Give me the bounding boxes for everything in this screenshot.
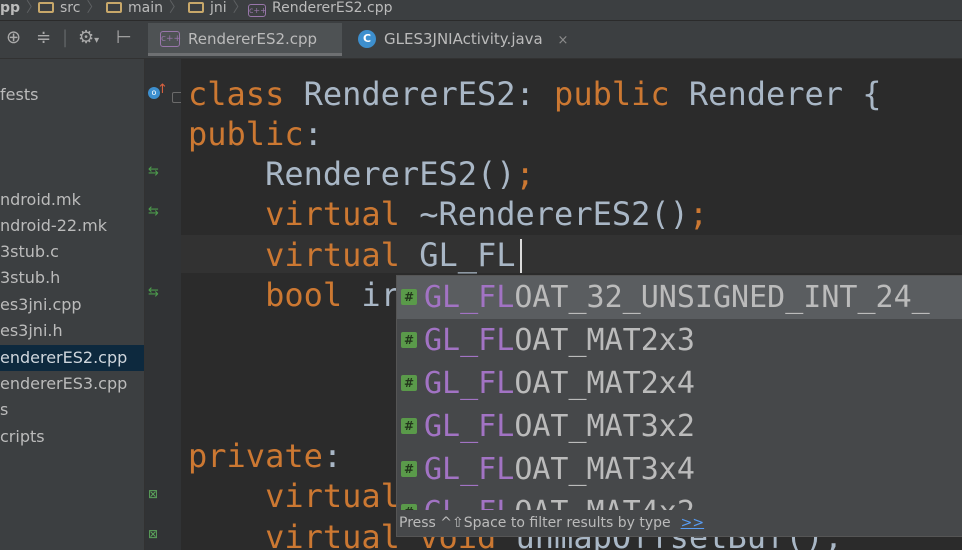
java-class-icon: C: [358, 30, 376, 48]
tree-item[interactable]: 3stub.h: [0, 265, 144, 291]
completion-item[interactable]: # GL_FLOAT_MAT3x2: [397, 405, 962, 448]
implementation-marker-icon[interactable]: ⊠: [148, 487, 158, 501]
tree-item[interactable]: s: [0, 397, 144, 423]
target-icon[interactable]: ⊕: [6, 27, 21, 49]
swap-arrows-icon[interactable]: ⇆: [148, 285, 159, 300]
folder-icon: [188, 2, 204, 13]
breadcrumb-item-project[interactable]: pp 〉: [0, 0, 40, 20]
constant-icon: #: [401, 375, 417, 391]
cpp-file-icon: c++: [160, 31, 181, 47]
breadcrumb-item-main[interactable]: main 〉: [106, 0, 183, 20]
completion-item-selected[interactable]: # GL_FLOAT_32_UNSIGNED_INT_24_: [397, 276, 962, 319]
collapse-icon[interactable]: ≑: [36, 27, 51, 49]
implemented-up-arrow-icon: ↑: [157, 82, 168, 97]
code-line-7: private:: [188, 437, 343, 475]
code-line-6: bool ir: [265, 276, 400, 314]
completion-item[interactable]: # GL_FLOAT_MAT2x3: [397, 319, 962, 362]
editor-tab-bar: ⊕ ≑ | ⚙▾ ⊢ c++ RendererES2.cpp × C GLES3…: [0, 21, 962, 81]
code-line-3: RendererES2();: [265, 155, 535, 193]
tree-item[interactable]: es3jni.cpp: [0, 292, 144, 318]
tree-item[interactable]: ndroid-22.mk: [0, 213, 144, 239]
constant-icon: #: [401, 461, 417, 477]
constant-icon: #: [401, 332, 417, 348]
folder-icon: [106, 2, 122, 13]
tab-renderer-es2[interactable]: c++ RendererES2.cpp ×: [148, 23, 342, 81]
breadcrumb-item-src[interactable]: src 〉: [38, 0, 100, 20]
breadcrumb: pp 〉 src 〉 main 〉 jni 〉 c++ RendererES2.cpp: [0, 0, 962, 21]
tree-item[interactable]: cripts: [0, 424, 144, 450]
completion-item[interactable]: # GL_FLOAT_MAT2x4: [397, 362, 962, 405]
gear-icon[interactable]: ⚙▾: [78, 27, 99, 52]
close-icon[interactable]: ×: [558, 33, 569, 48]
swap-arrows-icon[interactable]: ⇆: [148, 204, 159, 219]
completion-hint: Press ^⇧Space to filter results by type >…: [397, 510, 962, 536]
code-line-8: virtual: [265, 477, 400, 515]
code-line-4: virtual ~RendererES2();: [265, 195, 709, 233]
tree-item-selected[interactable]: endererES2.cpp: [0, 345, 144, 371]
cpp-file-icon: c++: [248, 4, 267, 17]
constant-icon: #: [401, 418, 417, 434]
tree-item[interactable]: 3stub.c: [0, 239, 144, 265]
tree-item[interactable]: ndroid.mk: [0, 187, 144, 213]
code-line-2: public:: [188, 115, 323, 153]
folder-icon: [38, 2, 54, 13]
tree-item[interactable]: endererES3.cpp: [0, 371, 144, 397]
project-tree: fests ndroid.mk ndroid-22.mk 3stub.c 3st…: [0, 59, 145, 550]
tab-label: RendererES2.cpp: [188, 30, 318, 48]
tree-item[interactable]: es3jni.h: [0, 318, 144, 344]
swap-arrows-icon[interactable]: ⇆: [148, 164, 159, 179]
toolbar-divider: |: [62, 27, 69, 48]
code-completion-popup[interactable]: # GL_FLOAT_32_UNSIGNED_INT_24_ # GL_FLOA…: [396, 275, 962, 537]
more-info-link[interactable]: >>: [681, 515, 704, 531]
breadcrumb-item-file[interactable]: c++ RendererES2.cpp: [248, 0, 392, 20]
tab-label: GLES3JNIActivity.java: [384, 30, 543, 48]
implementation-marker-icon[interactable]: ⊠: [148, 527, 158, 541]
editor-gutter: [145, 59, 181, 550]
code-line-5: virtual GL_FL: [265, 236, 516, 274]
code-line-1: class RendererES2: public Renderer {: [188, 75, 882, 113]
constant-icon: #: [401, 289, 417, 305]
tab-gles3jni-activity[interactable]: C GLES3JNIActivity.java ×: [344, 23, 570, 56]
completion-item[interactable]: # GL_FLOAT_MAT3x4: [397, 448, 962, 491]
hide-panel-icon[interactable]: ⊢: [116, 27, 132, 49]
breadcrumb-item-jni[interactable]: jni 〉: [188, 0, 247, 20]
text-caret: [520, 239, 522, 273]
tree-item[interactable]: fests: [0, 82, 144, 108]
